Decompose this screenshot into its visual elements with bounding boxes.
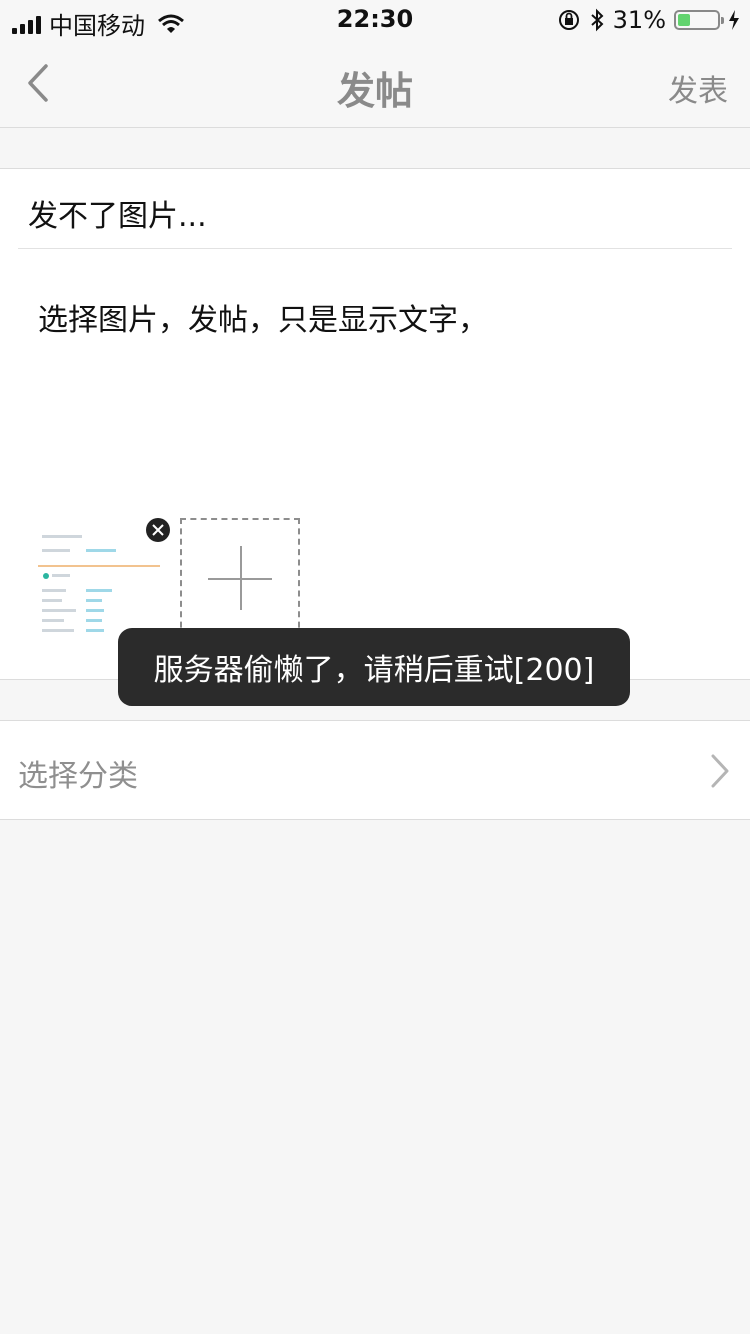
battery-fill bbox=[678, 14, 690, 26]
status-bar: 中国移动 22:30 31% bbox=[0, 0, 750, 40]
image-thumbnail[interactable] bbox=[38, 527, 160, 639]
category-selector[interactable]: 选择分类 bbox=[0, 720, 750, 820]
publish-button[interactable]: 发表 bbox=[668, 66, 728, 110]
post-title-input[interactable]: 发不了图片... bbox=[28, 191, 207, 235]
status-right: 31% bbox=[557, 6, 740, 34]
battery-icon bbox=[674, 10, 724, 30]
charging-icon bbox=[729, 10, 739, 30]
remove-icon[interactable] bbox=[146, 518, 170, 542]
error-toast: 服务器偷懒了，请稍后重试[200] bbox=[118, 628, 630, 706]
toast-message: 服务器偷懒了，请稍后重试[200] bbox=[153, 653, 595, 688]
battery-percent: 31% bbox=[612, 6, 666, 34]
add-image-button[interactable] bbox=[180, 518, 300, 638]
title-divider bbox=[18, 248, 732, 249]
chevron-right-icon bbox=[711, 754, 729, 788]
lock-rotation-icon bbox=[558, 10, 579, 30]
bluetooth-icon bbox=[590, 8, 604, 32]
nav-bar: 发帖 发表 bbox=[0, 40, 750, 128]
post-editor: 发不了图片... 选择图片，发帖，只是显示文字， bbox=[0, 168, 750, 680]
post-body-input[interactable]: 选择图片，发帖，只是显示文字， bbox=[38, 295, 488, 339]
category-label: 选择分类 bbox=[18, 759, 138, 794]
page-title: 发帖 bbox=[336, 69, 413, 113]
